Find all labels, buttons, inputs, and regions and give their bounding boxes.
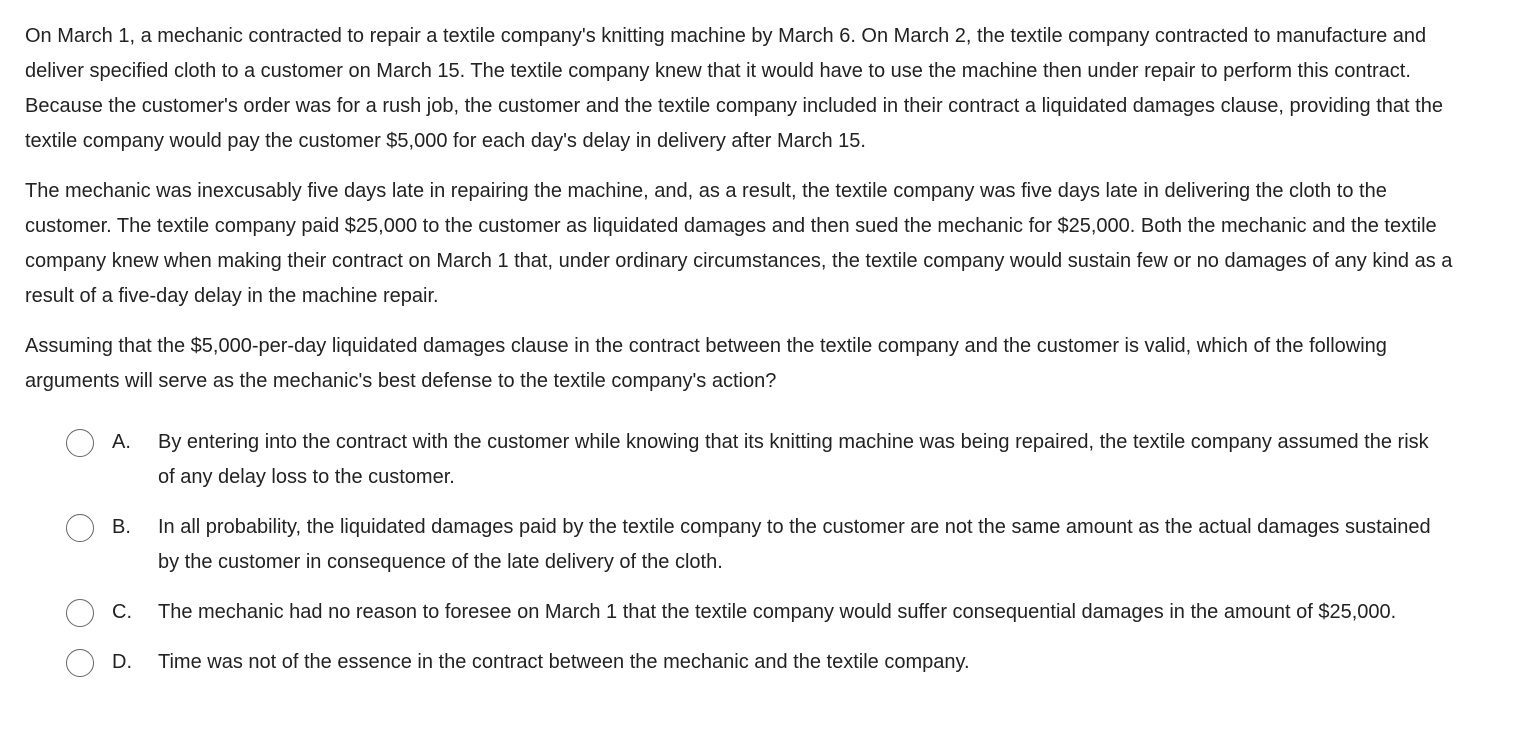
- question-container: On March 1, a mechanic contracted to rep…: [25, 19, 1465, 695]
- radio-button-d[interactable]: [66, 648, 94, 677]
- option-text: Time was not of the essence in the contr…: [158, 651, 970, 673]
- option-letter: B.: [112, 516, 131, 538]
- radio-button-a[interactable]: [66, 428, 94, 457]
- option-text: In all probability, the liquidated damag…: [158, 516, 1431, 573]
- question-paragraph: The mechanic was inexcusably five days l…: [25, 180, 1453, 307]
- answer-option-a[interactable]: A. By entering into the contract with th…: [66, 425, 1465, 495]
- option-letter: C.: [112, 601, 132, 623]
- question-prompt: Assuming that the $5,000-per-day liquida…: [25, 335, 1387, 392]
- radio-button-b[interactable]: [66, 513, 94, 542]
- answer-option-d[interactable]: D. Time was not of the essence in the co…: [66, 645, 1465, 680]
- answer-option-b[interactable]: B. In all probability, the liquidated da…: [66, 510, 1465, 580]
- option-letter: D.: [112, 651, 132, 673]
- answer-options: A. By entering into the contract with th…: [25, 425, 1465, 680]
- radio-button-c[interactable]: [66, 598, 94, 627]
- answer-option-c[interactable]: C. The mechanic had no reason to foresee…: [66, 595, 1465, 630]
- option-letter: A.: [112, 431, 131, 453]
- question-paragraph: On March 1, a mechanic contracted to rep…: [25, 25, 1443, 152]
- question-stem: On March 1, a mechanic contracted to rep…: [25, 19, 1465, 399]
- option-text: By entering into the contract with the c…: [158, 431, 1429, 488]
- option-text: The mechanic had no reason to foresee on…: [158, 601, 1397, 623]
